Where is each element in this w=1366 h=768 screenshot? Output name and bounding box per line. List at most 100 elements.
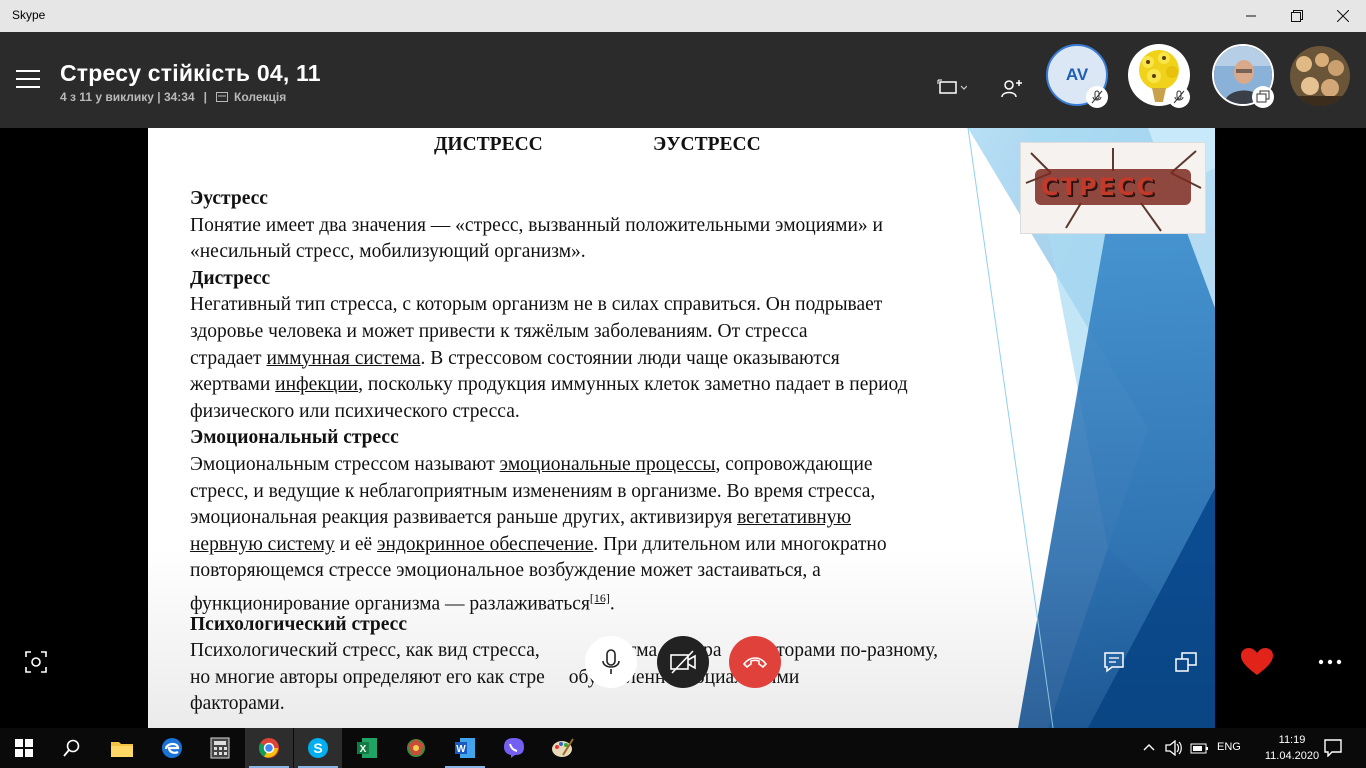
share-screen-button[interactable] (1170, 646, 1202, 678)
heart-icon (1241, 648, 1273, 675)
mic-off-icon (1091, 90, 1103, 104)
taskbar-viber[interactable] (490, 728, 538, 768)
windows-taskbar: S X W ENG 11:19 11.04.2020 (0, 728, 1366, 768)
taskbar-game[interactable] (392, 728, 440, 768)
section-heading-eustress: Эустресс (190, 188, 268, 209)
taskbar-edge[interactable] (148, 728, 196, 768)
taskbar-paint[interactable] (539, 728, 587, 768)
hang-up-icon (742, 657, 768, 669)
more-options-button[interactable] (1314, 646, 1346, 678)
clock-time: 11:19 (1278, 734, 1306, 746)
screen-layout-icon (937, 79, 967, 94)
edge-icon (162, 738, 182, 758)
participant-avatar-group[interactable] (1290, 46, 1350, 106)
paragraph-line: Негативный тип стресса, с которым органи… (190, 294, 883, 316)
paragraph-line: страдает иммунная система. В стрессовом … (190, 347, 840, 369)
paragraph-line: повторяющемся стрессе эмоциональное возб… (190, 560, 821, 582)
volume-button[interactable] (1165, 739, 1183, 761)
snapshot-button[interactable] (20, 646, 52, 678)
collection-icon (216, 92, 228, 102)
call-title[interactable]: Стресу стійкість 04, 11 (60, 60, 321, 87)
add-participant-button[interactable] (996, 72, 1028, 104)
screen-share-badge (1252, 86, 1274, 108)
folder-icon (111, 742, 133, 757)
paragraph-line: стресс, и ведущие к неблагоприятным изме… (190, 480, 876, 502)
taskbar-clock[interactable]: 11:19 11.04.2020 (1264, 732, 1320, 764)
clock-date: 11.04.2020 (1264, 750, 1320, 762)
collection-link[interactable]: Колекція (234, 90, 286, 104)
subtitle-separator: | (203, 90, 207, 104)
paint-icon (552, 738, 574, 757)
excel-icon: X (357, 738, 377, 758)
chrome-icon (259, 738, 279, 758)
microphone-icon (602, 649, 620, 674)
volume-icon (1165, 739, 1182, 757)
section-heading-distress: Дистресс (190, 267, 271, 289)
chat-button[interactable] (1098, 646, 1130, 678)
muted-badge (1168, 86, 1190, 108)
paragraph-line: «несильный стресс, мобилизующий организм… (190, 241, 586, 263)
game-icon (407, 739, 425, 757)
start-button[interactable] (0, 728, 48, 768)
maximize-button[interactable] (1274, 0, 1320, 32)
paragraph-line: Психологический стресс, как вид стресса,… (190, 640, 938, 662)
input-language-indicator[interactable]: ENG (1217, 741, 1241, 753)
taskbar-excel[interactable]: X (343, 728, 391, 768)
stress-image: СТРЕСС (1020, 142, 1206, 234)
paragraph-line: здоровье человека и может привести к тяж… (190, 321, 808, 342)
taskbar-word[interactable]: W (441, 728, 489, 768)
link-vegetative[interactable]: вегетативную (737, 507, 851, 528)
viber-icon (504, 738, 524, 758)
restore-icon (1291, 10, 1303, 22)
link-endocrine[interactable]: эндокринное обеспечение (377, 534, 593, 555)
calculator-icon (210, 737, 230, 759)
section-heading-emotional: Эмоциональный стресс (190, 427, 399, 449)
battery-button[interactable] (1190, 740, 1210, 761)
paragraph-line: эмоциональная реакция развивается раньше… (190, 507, 852, 529)
link-nervous-system[interactable]: нервную систему (190, 534, 335, 555)
screen-layout-button[interactable] (932, 72, 972, 104)
video-off-icon (670, 650, 696, 674)
skype-icon: S (308, 738, 328, 758)
paragraph-line: физического или психического стресса. (190, 400, 520, 422)
word-icon: W (455, 738, 475, 758)
show-hidden-icons-button[interactable] (1142, 740, 1156, 759)
add-person-icon (1001, 80, 1022, 98)
action-center-button[interactable] (1324, 739, 1342, 762)
end-call-button[interactable] (729, 636, 781, 688)
reference-link[interactable]: [16] (590, 591, 610, 605)
mute-microphone-button[interactable] (585, 636, 637, 688)
paragraph-line: Понятие имеет два значения — «стресс, вы… (190, 214, 883, 236)
window-title: Skype (12, 8, 46, 22)
paragraph-line: нервную систему и её эндокринное обеспеч… (190, 533, 887, 555)
windows-logo-icon (15, 739, 33, 757)
notifications-icon (1324, 739, 1342, 758)
toggle-video-button[interactable] (657, 636, 709, 688)
slide-heading-distress: ДИСТРЕСС (434, 134, 543, 155)
link-emotional-processes[interactable]: эмоциональные процессы (500, 454, 716, 475)
minimize-button[interactable] (1228, 0, 1274, 32)
paragraph-line: факторами. (190, 693, 285, 715)
search-button[interactable] (48, 728, 96, 768)
link-immune-system[interactable]: иммунная система (266, 348, 420, 369)
svg-text:S: S (313, 740, 322, 756)
share-screen-icon (1175, 652, 1197, 672)
taskbar-skype[interactable]: S (294, 728, 342, 768)
taskbar-calculator[interactable] (196, 728, 244, 768)
taskbar-chrome[interactable] (245, 728, 293, 768)
link-infection[interactable]: инфекции (275, 374, 358, 395)
participants-info: 4 з 11 у виклику | 34:34 (60, 90, 195, 104)
close-button[interactable] (1320, 0, 1366, 32)
reactions-button[interactable] (1241, 646, 1273, 678)
hamburger-menu-button[interactable] (16, 70, 40, 88)
taskbar-file-explorer[interactable] (98, 728, 146, 768)
battery-icon (1190, 743, 1208, 754)
more-icon (1318, 659, 1342, 665)
call-header: Стресу стійкість 04, 11 4 з 11 у виклику… (0, 32, 1366, 128)
minimize-icon (1246, 15, 1256, 17)
muted-badge (1086, 86, 1108, 108)
group-photo (1290, 46, 1350, 106)
screen-share-icon (1256, 90, 1270, 103)
svg-text:X: X (360, 744, 367, 755)
camera-snapshot-icon (25, 651, 47, 673)
